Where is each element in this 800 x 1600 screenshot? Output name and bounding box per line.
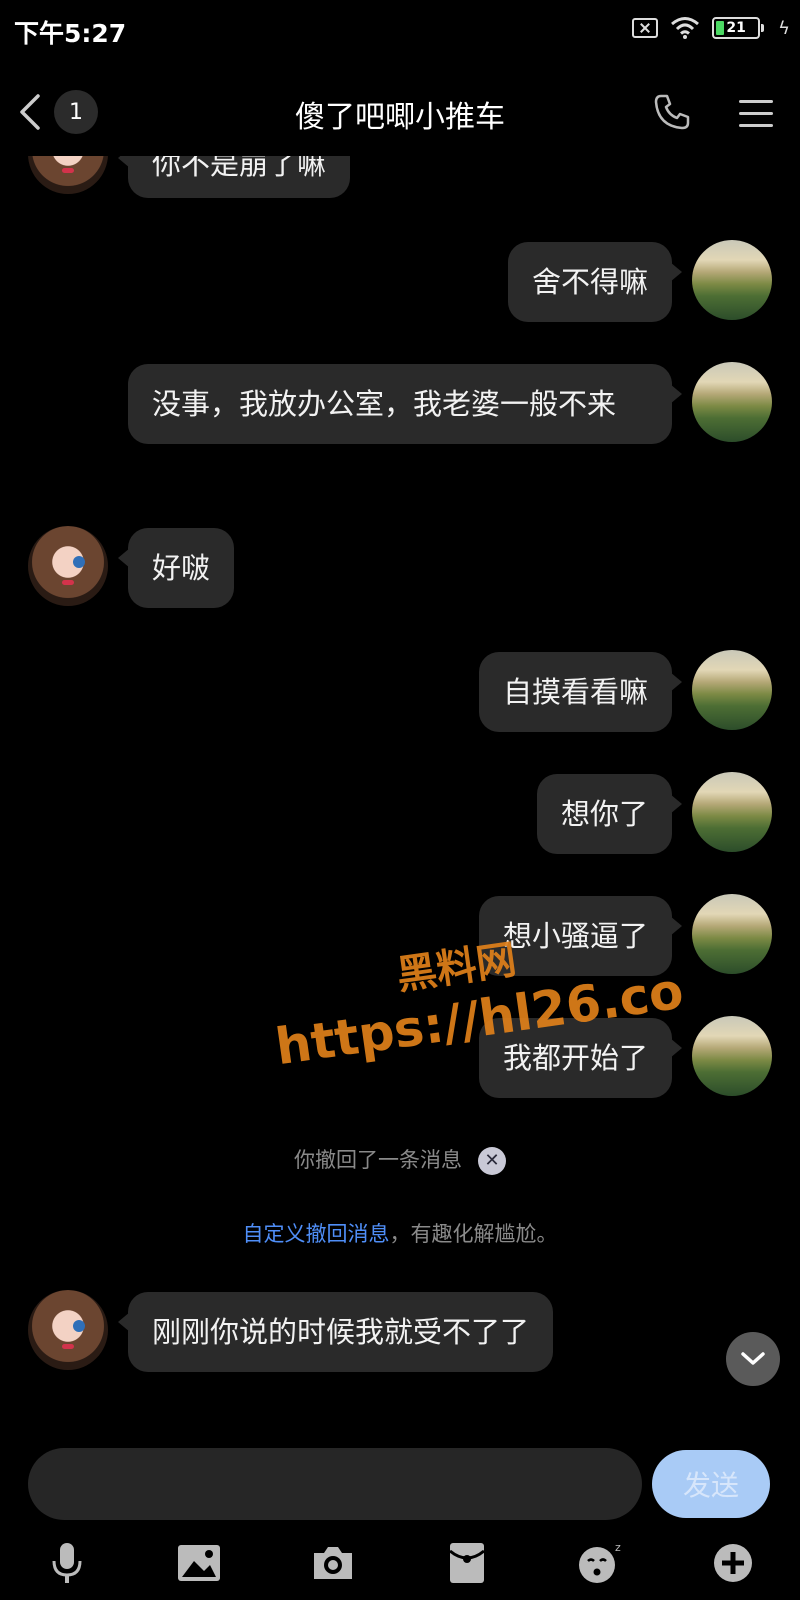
custom-recall-link[interactable]: 自定义撤回消息 — [243, 1222, 390, 1246]
microphone-icon[interactable] — [42, 1538, 92, 1588]
message-input[interactable] — [28, 1448, 642, 1520]
red-envelope-icon[interactable] — [442, 1538, 492, 1588]
my-avatar[interactable] — [692, 650, 772, 730]
recall-notice: 你撤回了一条消息 ✕ — [0, 1144, 800, 1175]
menu-icon[interactable] — [724, 86, 788, 140]
message-bubble[interactable]: 舍不得嘛 — [507, 242, 683, 322]
camera-icon[interactable] — [308, 1538, 358, 1588]
custom-recall-text: ，有趣化解尴尬。 — [389, 1222, 558, 1246]
wifi-icon — [671, 17, 700, 39]
my-avatar[interactable] — [692, 1016, 772, 1096]
contact-avatar[interactable] — [28, 526, 108, 606]
phone-icon[interactable] — [652, 92, 692, 132]
no-sim-icon — [632, 18, 659, 38]
contact-avatar[interactable] — [28, 1290, 108, 1370]
plus-icon[interactable] — [708, 1538, 758, 1588]
charging-icon: ϟ — [778, 17, 790, 39]
message-bubble[interactable]: 好啵 — [117, 528, 235, 608]
svg-text:z: z — [615, 1541, 621, 1554]
status-bar: 下午5:27 21 ϟ — [0, 0, 800, 60]
my-avatar[interactable] — [692, 894, 772, 974]
unread-count-badge[interactable]: 1 — [54, 90, 98, 134]
status-time: 下午5:27 — [14, 19, 127, 48]
my-avatar[interactable] — [692, 362, 772, 442]
custom-recall-hint: 自定义撤回消息，有趣化解尴尬。 — [0, 1218, 800, 1248]
battery-indicator: 21 — [712, 17, 765, 39]
message-bubble[interactable]: 想你了 — [536, 774, 683, 854]
emoji-icon[interactable]: z — [576, 1538, 626, 1588]
chat-title: 傻了吧唧小推车 — [295, 100, 505, 135]
chat-header-overlay: 1 傻了吧唧小推车 — [0, 70, 800, 154]
chevron-down-icon — [741, 1352, 765, 1365]
status-icons: 21 ϟ — [632, 16, 790, 40]
recall-notice-text: 你撤回了一条消息 — [294, 1148, 462, 1172]
message-bubble[interactable]: 自摸看看嘛 — [478, 652, 683, 732]
battery-level: 21 — [726, 20, 746, 36]
message-bubble[interactable]: 刚刚你说的时候我就受不了了 — [117, 1292, 554, 1372]
close-icon[interactable]: ✕ — [478, 1147, 506, 1175]
back-arrow-icon[interactable] — [10, 90, 50, 134]
my-avatar[interactable] — [692, 772, 772, 852]
my-avatar[interactable] — [692, 240, 772, 320]
image-icon[interactable] — [174, 1538, 224, 1588]
message-bubble[interactable]: 没事，我放办公室，我老婆一般不来 — [128, 364, 682, 444]
input-toolbar: z — [0, 1530, 800, 1600]
scroll-to-bottom-button[interactable] — [726, 1332, 780, 1386]
send-button[interactable]: 发送 — [652, 1450, 770, 1518]
